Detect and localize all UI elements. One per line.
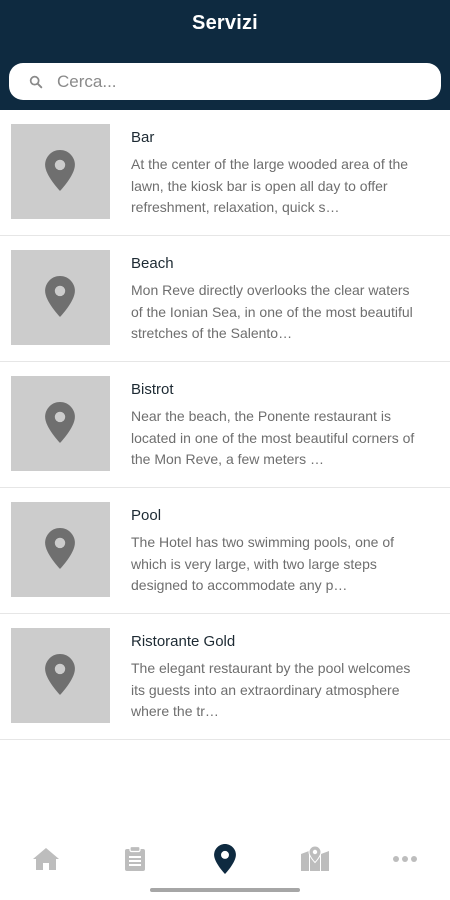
tab-map[interactable] — [300, 844, 330, 874]
item-thumbnail — [11, 376, 110, 471]
item-title: Bar — [131, 129, 155, 146]
app-header: Servizi — [0, 0, 450, 110]
item-title: Bistrot — [131, 381, 174, 398]
map-pin-icon — [45, 402, 75, 443]
home-icon — [33, 848, 59, 870]
item-title: Ristorante Gold — [131, 633, 236, 650]
map-pin-icon — [45, 150, 75, 191]
bottom-tab-bar — [0, 830, 450, 885]
map-pin-icon — [45, 528, 75, 569]
item-title: Beach — [131, 255, 174, 272]
item-title: Pool — [131, 507, 162, 524]
search-bar[interactable] — [9, 63, 441, 100]
services-list: Bar At the center of the large wooded ar… — [0, 110, 450, 740]
home-indicator — [150, 888, 300, 892]
item-thumbnail — [11, 502, 110, 597]
clipboard-icon — [125, 846, 145, 871]
item-description: The elegant restaurant by the pool welco… — [131, 660, 411, 719]
item-description: At the center of the large wooded area o… — [131, 156, 409, 215]
more-icon — [393, 856, 417, 862]
map-pin-icon — [45, 276, 75, 317]
item-thumbnail — [11, 250, 110, 345]
item-thumbnail — [11, 628, 110, 723]
tab-home[interactable] — [31, 844, 61, 874]
map-pin-icon — [214, 844, 236, 874]
map-icon — [301, 846, 329, 871]
list-item-bistrot[interactable]: Bistrot Near the beach, the Ponente rest… — [0, 362, 450, 488]
tab-services[interactable] — [210, 844, 240, 874]
tab-more[interactable] — [390, 844, 420, 874]
search-icon — [29, 75, 43, 89]
item-description: The Hotel has two swimming pools, one of… — [131, 534, 395, 593]
list-item-pool[interactable]: Pool The Hotel has two swimming pools, o… — [0, 488, 450, 614]
map-pin-icon — [45, 654, 75, 695]
item-thumbnail — [11, 124, 110, 219]
page-title: Servizi — [192, 12, 258, 34]
list-item-bar[interactable]: Bar At the center of the large wooded ar… — [0, 110, 450, 236]
search-input[interactable] — [57, 63, 427, 100]
tab-list[interactable] — [120, 844, 150, 874]
list-item-beach[interactable]: Beach Mon Reve directly overlooks the cl… — [0, 236, 450, 362]
item-description: Near the beach, the Ponente restaurant i… — [131, 408, 415, 467]
item-description: Mon Reve directly overlooks the clear wa… — [131, 282, 413, 341]
list-item-ristorante-gold[interactable]: Ristorante Gold The elegant restaurant b… — [0, 614, 450, 740]
